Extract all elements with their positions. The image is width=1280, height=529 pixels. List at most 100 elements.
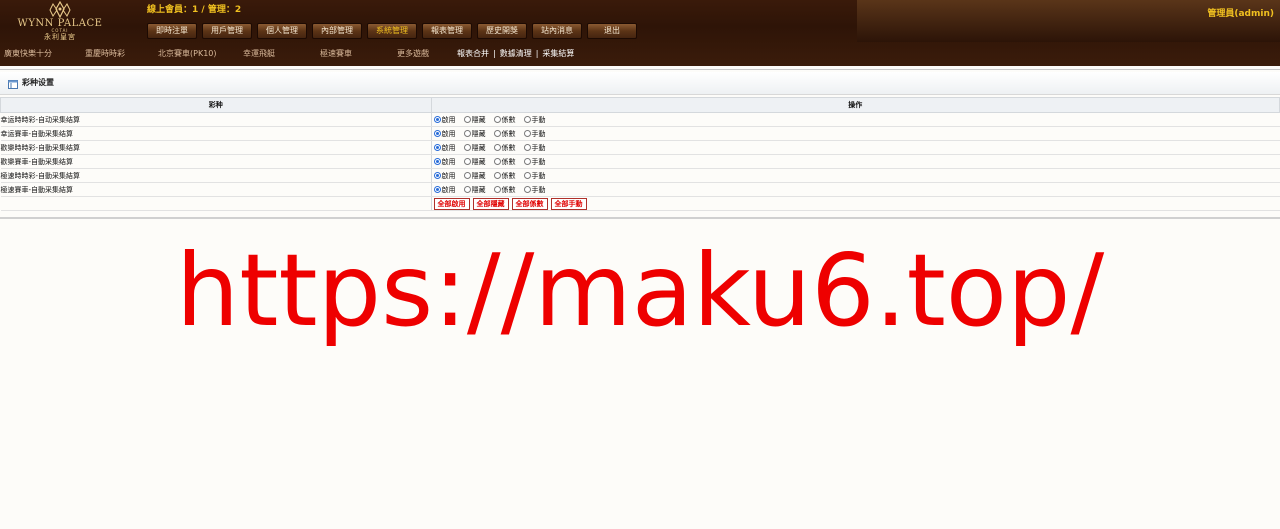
manual-option-label: 手動 — [531, 157, 546, 166]
enable-radio[interactable] — [433, 144, 441, 151]
hide-option[interactable]: 隱藏 — [463, 185, 486, 195]
lottery-name: 歡樂時時彩-自動采集结算 — [0, 140, 432, 155]
hide-radio[interactable] — [463, 144, 471, 151]
coefficient-radio[interactable] — [493, 130, 501, 137]
enable-option[interactable]: 啟用 — [433, 143, 456, 153]
panel-title: 彩种设置 — [22, 78, 54, 87]
watermark-url: https://maku6.top/ — [175, 232, 1105, 349]
lottery-link-more-games[interactable]: 更多遊戲 — [397, 48, 429, 59]
nav-system-management[interactable]: 系統管理 — [367, 23, 417, 39]
coefficient-option-label: 係數 — [501, 115, 516, 124]
enable-option[interactable]: 啟用 — [433, 115, 456, 125]
coefficient-radio[interactable] — [493, 158, 501, 165]
hide-option[interactable]: 隱藏 — [463, 171, 486, 181]
lottery-name: 極速時時彩-自動采集結算 — [0, 168, 432, 183]
manual-option[interactable]: 手動 — [523, 143, 546, 153]
hide-radio[interactable] — [463, 130, 471, 137]
nav-draw-history[interactable]: 歷史開獎 — [477, 23, 527, 39]
enable-radio[interactable] — [433, 130, 441, 137]
crest-icon — [49, 1, 71, 18]
table-row: 幸运賽車-自動采集结算 啟用 隱藏 係數 手動 — [0, 126, 1280, 141]
manual-option[interactable]: 手動 — [523, 115, 546, 125]
nav-report-management[interactable]: 報表管理 — [422, 23, 472, 39]
manual-radio[interactable] — [523, 116, 531, 123]
manual-radio[interactable] — [523, 186, 531, 193]
table-body: 幸运時時彩-自动采集结算 啟用 隱藏 係數 手動 幸运賽車-自動采集结算 啟用 隱藏 係數 手動歡… — [0, 112, 1280, 197]
nav-internal-management[interactable]: 內部管理 — [312, 23, 362, 39]
manual-option[interactable]: 手動 — [523, 129, 546, 139]
enable-option[interactable]: 啟用 — [433, 185, 456, 195]
nav-logout[interactable]: 退出 — [587, 23, 637, 39]
enable-option[interactable]: 啟用 — [433, 129, 456, 139]
manual-option-label: 手動 — [531, 171, 546, 180]
subnav-collect-settle[interactable]: 采集結算 — [542, 49, 574, 58]
lottery-link-cq-ssc[interactable]: 重慶時時彩 — [85, 48, 125, 59]
nav-realtime-bets[interactable]: 即時注單 — [147, 23, 197, 39]
brand-name-cn: 永利皇宮 — [44, 33, 76, 41]
subnav-separator: | — [493, 49, 496, 58]
hide-radio[interactable] — [463, 158, 471, 165]
coefficient-radio[interactable] — [493, 144, 501, 151]
nav-personal-management[interactable]: 個人管理 — [257, 23, 307, 39]
lottery-link-speed-racing[interactable]: 極速賽車 — [320, 48, 352, 59]
hide-radio[interactable] — [463, 116, 471, 123]
manual-option-label: 手動 — [531, 143, 546, 152]
coefficient-option[interactable]: 係數 — [493, 143, 516, 153]
coefficient-option[interactable]: 係數 — [493, 129, 516, 139]
coefficient-radio[interactable] — [493, 186, 501, 193]
lottery-link-lucky-airship[interactable]: 幸運飛艇 — [243, 48, 275, 59]
hide-option[interactable]: 隱藏 — [463, 129, 486, 139]
coefficient-option[interactable]: 係數 — [493, 185, 516, 195]
manual-radio[interactable] — [523, 144, 531, 151]
manual-all-button[interactable]: 全部手動 — [550, 197, 587, 210]
nav-user-management[interactable]: 用戶管理 — [202, 23, 252, 39]
enable-option-label: 啟用 — [441, 129, 456, 138]
hide-option[interactable]: 隱藏 — [463, 143, 486, 153]
coefficient-all-button[interactable]: 全部係數 — [511, 197, 548, 210]
coefficient-radio[interactable] — [493, 116, 501, 123]
enable-all-button[interactable]: 全部啟用 — [433, 197, 470, 210]
enable-option[interactable]: 啟用 — [433, 157, 456, 167]
manual-option[interactable]: 手動 — [523, 185, 546, 195]
manual-radio[interactable] — [523, 172, 531, 179]
hide-option-label: 隱藏 — [471, 129, 486, 138]
enable-radio[interactable] — [433, 116, 441, 123]
enable-radio[interactable] — [433, 158, 441, 165]
enable-radio[interactable] — [433, 172, 441, 179]
hide-radio[interactable] — [463, 186, 471, 193]
enable-option[interactable]: 啟用 — [433, 171, 456, 181]
table-row: 歡樂時時彩-自動采集结算 啟用 隱藏 係數 手動 — [0, 140, 1280, 155]
operation-options: 啟用 隱藏 係數 手動 — [431, 154, 1280, 169]
manual-radio[interactable] — [523, 158, 531, 165]
panel-top-border — [0, 69, 1280, 70]
admin-account-label[interactable]: 管理員(admin) — [1207, 6, 1274, 19]
hide-option-label: 隱藏 — [471, 171, 486, 180]
main-nav: 即時注單 用戶管理 個人管理 內部管理 系統管理 報表管理 歷史開獎 站內消息 … — [147, 23, 637, 41]
coefficient-option-label: 係數 — [501, 185, 516, 194]
enable-radio[interactable] — [433, 186, 441, 193]
coefficient-radio[interactable] — [493, 172, 501, 179]
lottery-link-bj-pk10[interactable]: 北京賽車(PK10) — [158, 48, 217, 59]
panel-window-icon — [8, 80, 18, 89]
coefficient-option[interactable]: 係數 — [493, 171, 516, 181]
lottery-link-gd-happy-ten[interactable]: 廣東快樂十分 — [4, 48, 52, 59]
coefficient-option[interactable]: 係數 — [493, 115, 516, 125]
table-row: 歡樂賽車-自動采集结算 啟用 隱藏 係數 手動 — [0, 154, 1280, 169]
coefficient-option[interactable]: 係數 — [493, 157, 516, 167]
subnav-report-merge[interactable]: 報表合并 — [457, 49, 489, 58]
hide-all-button[interactable]: 全部隱藏 — [472, 197, 509, 210]
manual-option-label: 手動 — [531, 185, 546, 194]
manual-radio[interactable] — [523, 130, 531, 137]
manual-option[interactable]: 手動 — [523, 157, 546, 167]
hide-option[interactable]: 隱藏 — [463, 115, 486, 125]
hide-option-label: 隱藏 — [471, 157, 486, 166]
manual-option-label: 手動 — [531, 129, 546, 138]
hide-radio[interactable] — [463, 172, 471, 179]
nav-site-messages[interactable]: 站內消息 — [532, 23, 582, 39]
hide-option[interactable]: 隱藏 — [463, 157, 486, 167]
subnav-data-cleanup[interactable]: 數據清理 — [500, 49, 532, 58]
top-header: WYNN PALACE COTAI 永利皇宮 線上會員：1 / 管理：2 管理員… — [0, 0, 1280, 66]
coefficient-option-label: 係數 — [501, 143, 516, 152]
operation-options: 啟用 隱藏 係數 手動 — [431, 126, 1280, 141]
manual-option[interactable]: 手動 — [523, 171, 546, 181]
